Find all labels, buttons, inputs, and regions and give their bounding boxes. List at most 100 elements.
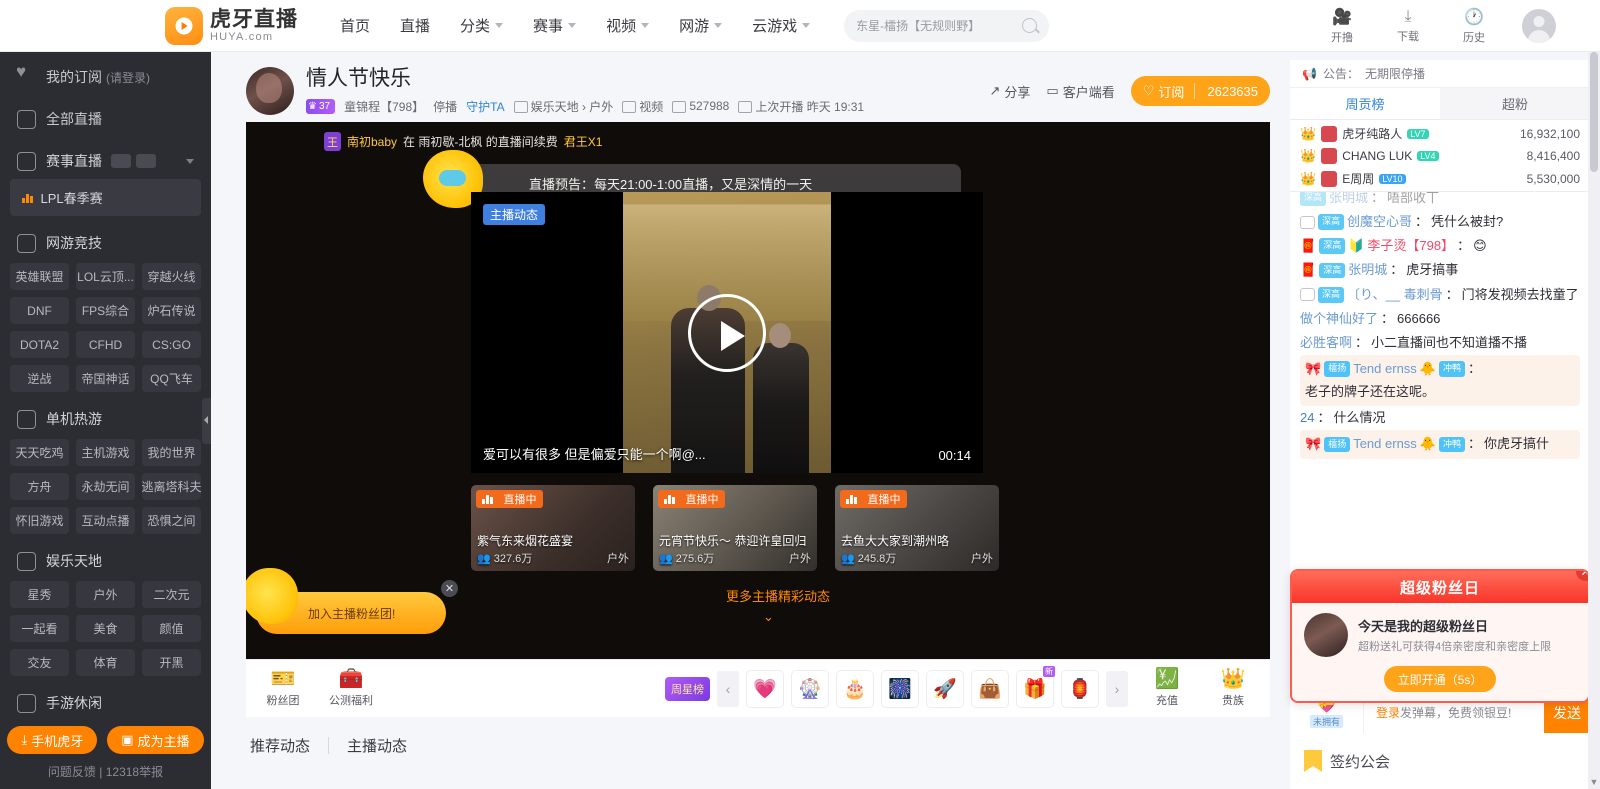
thumbnail-card[interactable]: 直播中 去鱼大大家到潮州咯 👥 245.8万 户外 <box>835 485 999 571</box>
video-stage[interactable]: 主播动态 爱可以有很多 但是偏爱只能一个啊@... 00:14 <box>471 192 983 473</box>
activate-now-button[interactable]: 立即开通（5s） <box>1384 666 1496 692</box>
thumbnail-card[interactable]: 直播中 元宵节快乐～ 恭迎许皇回归 👥 275.6万 户外 <box>653 485 817 571</box>
tag-item[interactable]: 英雄联盟 <box>10 263 69 290</box>
tag-item[interactable]: 交友 <box>10 649 69 676</box>
tag-item[interactable]: 逆战 <box>10 365 69 392</box>
tag-item[interactable]: 怀旧游戏 <box>10 507 69 534</box>
download-button[interactable]: ⤓ 下载 <box>1390 8 1426 44</box>
nav-item-home[interactable]: 首页 <box>340 15 370 36</box>
firework-gift-icon[interactable]: 🎆 <box>881 669 919 708</box>
nav-item-category[interactable]: 分类 <box>460 15 504 36</box>
sidebar-item-lpl[interactable]: LPL春季赛 <box>10 179 201 216</box>
nav-item-pcgame[interactable]: 网游 <box>679 15 723 36</box>
tag-item[interactable]: 天天吃鸡 <box>10 439 69 466</box>
nav-item-live[interactable]: 直播 <box>400 15 430 36</box>
rocket-gift-icon[interactable]: 🚀 <box>926 669 964 708</box>
scroll-down-icon[interactable]: ▼ <box>1588 775 1600 789</box>
tag-item[interactable]: 体育 <box>76 649 135 676</box>
tag-item[interactable]: 穿越火线 <box>142 263 201 290</box>
search-input[interactable] <box>856 18 1023 33</box>
nav-item-esports[interactable]: 赛事 <box>533 15 577 36</box>
user-avatar[interactable] <box>1522 8 1556 43</box>
sidebar-collapse-handle[interactable] <box>202 397 211 444</box>
nav-item-video[interactable]: 视频 <box>606 15 650 36</box>
thumbnail-card[interactable]: 直播中 紫气东来烟花盛宴 👥 327.6万 户外 <box>471 485 635 571</box>
become-streamer-button[interactable]: ▣ 成为主播 <box>107 726 204 754</box>
recharge-button[interactable]: 💹 充值 <box>1144 669 1190 708</box>
tab-streamer-dynamics[interactable]: 主播动态 <box>347 735 407 756</box>
tag-item[interactable]: 一起看 <box>10 615 69 642</box>
history-button[interactable]: 🕐 历史 <box>1456 7 1492 45</box>
search-icon[interactable] <box>1022 18 1038 33</box>
rank-row[interactable]: 👑 CHANG LUK LV4 8,416,400 <box>1290 145 1590 167</box>
tag-item[interactable]: DNF <box>10 297 69 324</box>
tag-item[interactable]: FPS综合 <box>76 297 135 324</box>
start-stream-button[interactable]: 🎥 开撸 <box>1324 7 1360 45</box>
rank-row[interactable]: 👑 E周周 LV10 5,530,000 <box>1290 167 1590 190</box>
guard-link[interactable]: 守护TA <box>466 98 504 115</box>
report-link[interactable]: 12318举报 <box>106 765 163 779</box>
beta-reward-button[interactable]: 🧰 公测福利 <box>328 669 374 708</box>
more-dynamics-link[interactable]: 更多主播精彩动态 <box>726 586 830 605</box>
tag-item[interactable]: 互动点播 <box>76 507 135 534</box>
tab-super-fan[interactable]: 超粉 <box>1440 88 1590 119</box>
tag-item[interactable]: 我的世界 <box>142 439 201 466</box>
box-gift-icon[interactable]: 🎁 新 <box>1016 665 1055 708</box>
lantern-gift-icon[interactable]: 🏮 <box>1061 669 1099 708</box>
tag-item[interactable]: LOL云顶... <box>76 263 135 290</box>
tag-item[interactable]: 星秀 <box>10 581 69 608</box>
tag-item[interactable]: QQ飞车 <box>142 365 201 392</box>
tag-item[interactable]: 永劫无间 <box>76 473 135 500</box>
heart-gift-icon[interactable]: 💗 <box>746 669 784 708</box>
search-box[interactable] <box>844 9 1050 42</box>
tag-item[interactable]: 恐惧之间 <box>142 507 201 534</box>
streamer-avatar[interactable] <box>246 67 294 115</box>
tag-item[interactable]: DOTA2 <box>10 331 69 358</box>
page-scrollbar[interactable]: ▲ ▼ <box>1588 52 1600 789</box>
gift-next-button[interactable]: › <box>1106 670 1128 707</box>
subscribe-button[interactable]: ♡ 订阅 2623635 <box>1130 76 1270 106</box>
rank-row[interactable]: 👑 虎牙纯路人 LV7 16,932,100 <box>1290 122 1590 145</box>
guild-row[interactable]: 签约公会 <box>1290 733 1590 789</box>
tab-weekly-rank[interactable]: 周贡榜 <box>1290 88 1440 119</box>
feedback-link[interactable]: 问题反馈 <box>48 765 96 779</box>
tag-item[interactable]: 帝国神话 <box>76 365 135 392</box>
chevron-down-icon[interactable] <box>186 158 194 164</box>
tab-recommended-dynamics[interactable]: 推荐动态 <box>250 735 310 756</box>
tag-item[interactable]: 主机游戏 <box>76 439 135 466</box>
tag-item[interactable]: 开黑 <box>142 649 201 676</box>
tag-item[interactable]: 炉石传说 <box>142 297 201 324</box>
candy-gift-icon[interactable]: 🎂 <box>836 669 874 708</box>
video-player[interactable]: 南初baby 在 雨初歇-北枫 的直播间续费 君王X1 直播预告：每天21:00… <box>246 122 1270 659</box>
sidebar-item-all-live[interactable]: 全部直播 <box>0 98 211 140</box>
flower-gift-icon[interactable]: 🎡 <box>791 669 829 708</box>
client-watch-button[interactable]: ▭ 客户端看 <box>1046 82 1114 101</box>
huya-logo[interactable]: 虎牙直播 HUYA.com <box>165 6 298 45</box>
tag-item[interactable]: 户外 <box>76 581 135 608</box>
sidebar-item-subscriptions[interactable]: 我的订阅 (请登录) <box>0 56 211 98</box>
tag-item[interactable]: 美食 <box>76 615 135 642</box>
tag-item[interactable]: 方舟 <box>10 473 69 500</box>
mobile-app-button[interactable]: ⤓ 手机虎牙 <box>7 726 98 754</box>
fanclub-join-bubble[interactable]: 加入主播粉丝团! ✕ <box>246 568 458 634</box>
nav-item-cloudgame[interactable]: 云游戏 <box>752 15 811 36</box>
noble-button[interactable]: 👑 贵族 <box>1210 669 1256 708</box>
close-icon[interactable]: ✕ <box>441 580 458 597</box>
tag-item[interactable]: 逃离塔科夫 <box>142 473 201 500</box>
share-button[interactable]: ↗ 分享 <box>989 82 1030 101</box>
week-star-button[interactable]: 周星榜 <box>665 676 710 701</box>
tag-item[interactable]: CS:GO <box>142 331 201 358</box>
sidebar-section-match-live[interactable]: 赛事直播 <box>0 140 211 179</box>
chevron-down-icon[interactable]: ⌄ <box>763 609 774 625</box>
bag-gift-icon[interactable]: 👜 <box>971 669 1009 708</box>
tag-item[interactable]: 颜值 <box>142 615 201 642</box>
play-button-icon[interactable] <box>688 293 766 372</box>
gift-prev-button[interactable]: ‹ <box>717 670 739 707</box>
user-badge: 檑扬 <box>1324 436 1351 453</box>
fanclub-button[interactable]: 🎫 粉丝团 <box>260 669 306 708</box>
room-category[interactable]: 娱乐天地 › 户外 <box>513 98 613 115</box>
login-link[interactable]: 登录 <box>1376 704 1400 721</box>
tag-item[interactable]: CFHD <box>76 331 135 358</box>
tag-item[interactable]: 二次元 <box>142 581 201 608</box>
scrollbar-thumb[interactable] <box>1590 52 1598 172</box>
